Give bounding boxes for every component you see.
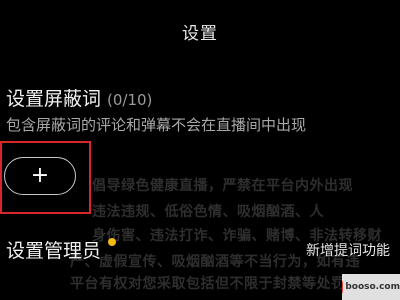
top-bar: 设置: [0, 0, 400, 56]
block-words-title: 设置屏蔽词: [6, 88, 102, 110]
block-words-heading: 设置屏蔽词 (0/10): [6, 84, 152, 111]
plus-icon: +: [30, 163, 50, 188]
page-title: 设置: [182, 24, 218, 44]
notice-line: 平台有权对您采取包括但不限于封禁等处罚: [70, 276, 346, 292]
notice-line: 倡导绿色健康直播，严禁在平台内外出现: [92, 178, 353, 194]
notice-line: 违法违规、低俗色情、吸烟酗酒、人: [92, 204, 324, 220]
manager-title[interactable]: 设置管理员: [6, 236, 101, 263]
block-words-count: (0/10): [107, 91, 153, 109]
watermark: booso.com: [342, 274, 400, 300]
new-badge-dot: [108, 238, 116, 246]
new-feature-label: 新增提词功能: [306, 243, 390, 259]
add-block-word-button[interactable]: +: [4, 157, 76, 195]
watermark-text: booso.com: [345, 282, 400, 292]
block-words-description: 包含屏蔽词的评论和弹幕不会在直播间中出现: [6, 116, 307, 134]
